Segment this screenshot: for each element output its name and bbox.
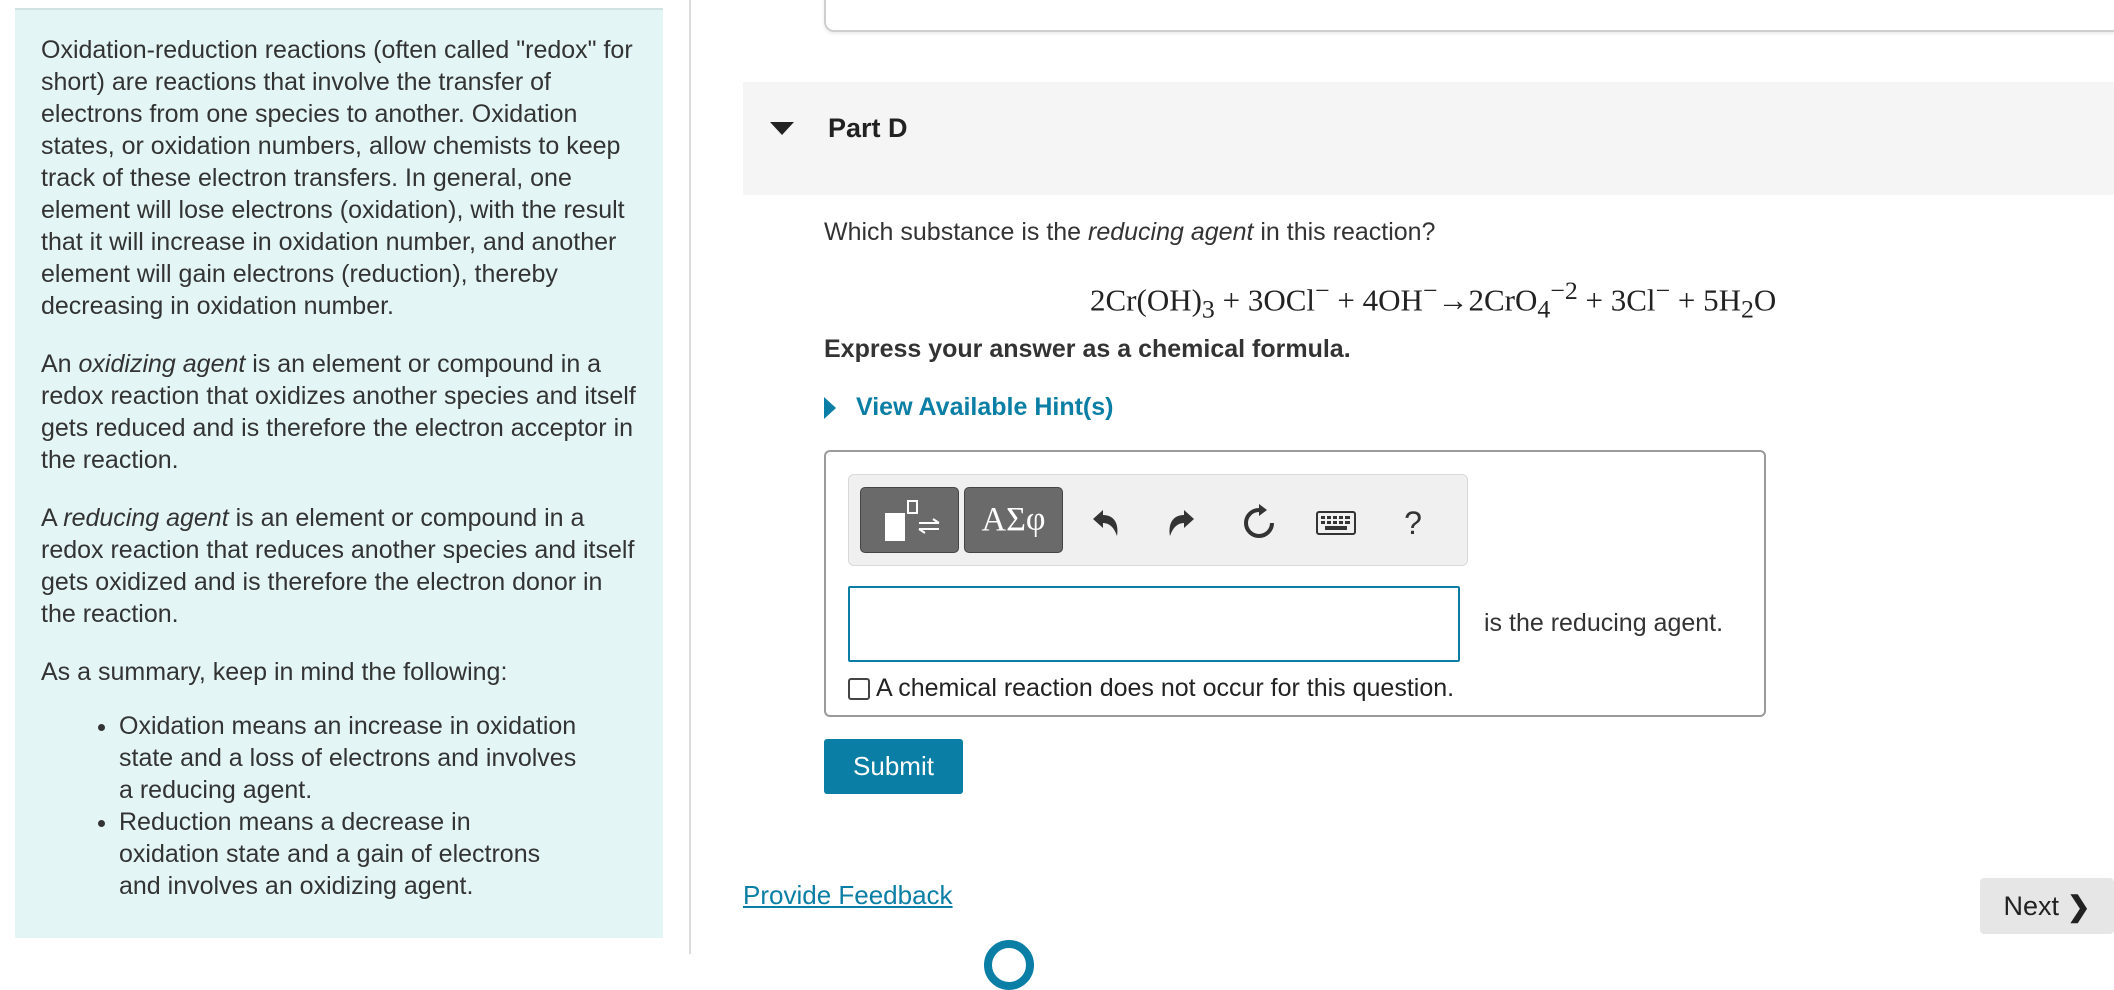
text-span: An [41,350,79,378]
eq-superscript: −2 [1550,276,1578,305]
chemical-equation: 2Cr(OH)3 + 3OCl− + 4OH−→2CrO4−2 + 3Cl− +… [1090,276,1776,325]
panel-divider [689,0,691,954]
term-reducing-agent: reducing agent [63,504,229,532]
redo-icon[interactable] [1162,503,1202,543]
reducing-agent-paragraph: A reducing agent is an element or compou… [41,502,637,630]
hint-label[interactable]: View Available Hint(s) [856,393,1113,422]
keyboard-icon[interactable] [1316,503,1356,543]
undo-icon[interactable] [1085,503,1125,543]
list-item: Reduction means a decrease in oxidation … [119,806,637,902]
answer-suffix: is the reducing agent. [1484,609,1724,637]
eq-term: 2Cr(OH) [1090,282,1202,318]
reset-icon[interactable] [1239,503,1279,543]
view-hints-toggle[interactable]: View Available Hint(s) [824,393,1113,422]
help-button[interactable]: ? [1393,503,1433,543]
part-header[interactable]: Part D [743,82,2114,195]
summary-list: Oxidation means an increase in oxidation… [41,710,637,902]
eq-subscript: 4 [1537,294,1551,324]
eq-subscript: 2 [1740,294,1754,324]
eq-term: O [1753,282,1777,318]
previous-part-box [824,0,2114,32]
no-reaction-label[interactable]: A chemical reaction does not occur for t… [876,674,1454,703]
summary-lead: As a summary, keep in mind the following… [41,658,508,686]
answer-box: ΑΣφ ? is the reducing agent. A chemical … [824,450,1766,717]
help-circle-icon[interactable] [984,940,1034,990]
eq-term: + 4OH [1329,282,1423,318]
greek-symbols-button[interactable]: ΑΣφ [964,487,1063,553]
eq-subscript: 3 [1201,294,1215,324]
eq-superscript: − [1655,276,1671,305]
no-reaction-checkbox[interactable] [848,677,870,700]
next-label[interactable]: Next [2004,891,2060,922]
eq-term: + 5H [1670,282,1741,318]
term-oxidizing-agent: oxidizing agent [78,350,246,378]
no-reaction-option[interactable]: A chemical reaction does not occur for t… [848,674,1454,703]
math-toolbar: ΑΣφ ? [848,474,1468,566]
chevron-right-icon[interactable]: ❯ [2067,890,2090,923]
text-span: A [41,504,64,532]
next-button[interactable]: Next ❯ [1980,878,2114,934]
term-reducing-agent: reducing agent [1088,218,1254,246]
text-span: in this reaction? [1253,218,1436,246]
eq-superscript: − [1422,276,1438,305]
list-item: Oxidation means an increase in oxidation… [119,710,637,806]
oxidizing-agent-paragraph: An oxidizing agent is an element or comp… [41,348,637,476]
answer-input[interactable] [848,586,1460,662]
caret-down-icon[interactable] [770,122,794,135]
instruction-text: Express your answer as a chemical formul… [824,335,1351,363]
provide-feedback-link[interactable]: Provide Feedback [743,880,953,911]
text-span: Which substance is the [824,218,1089,246]
part-title: Part D [828,113,908,143]
eq-superscript: − [1315,276,1330,305]
eq-term: + 3OCl [1214,282,1316,318]
eq-term: →2CrO [1437,282,1538,318]
intro-paragraph: Oxidation-reduction reactions (often cal… [41,36,633,320]
submit-button[interactable]: Submit [824,739,963,794]
templates-icon [884,500,940,541]
templates-button[interactable] [860,487,959,553]
caret-right-icon[interactable] [824,396,836,419]
question-text: Which substance is the reducing agent in… [824,218,1435,247]
eq-term: + 3Cl [1577,282,1656,318]
intro-panel: Oxidation-reduction reactions (often cal… [15,8,663,938]
